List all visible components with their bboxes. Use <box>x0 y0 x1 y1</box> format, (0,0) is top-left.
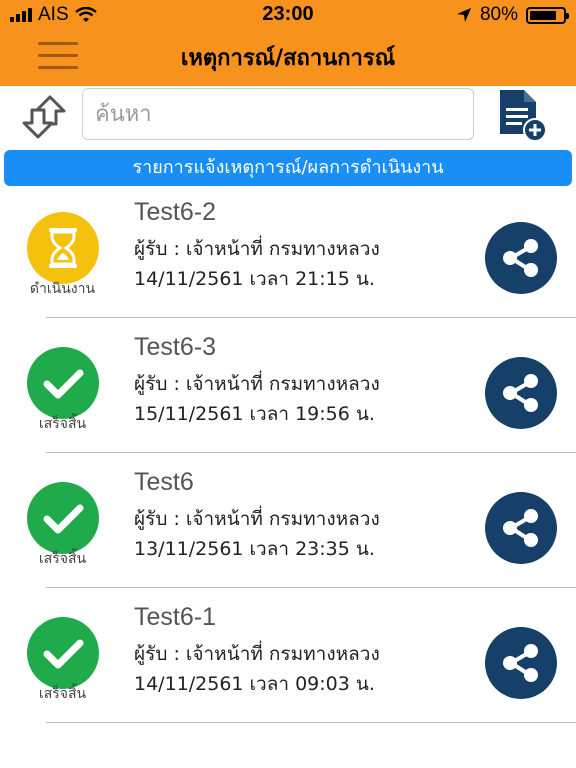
divider <box>46 317 576 318</box>
status-label: เสร็จสิ้น <box>38 551 87 567</box>
item-recipient: ผู้รับ : เจ้าหน้าที่ กรมทางหลวง <box>134 238 380 260</box>
share-icon[interactable] <box>485 222 557 294</box>
status-label: ดำเนินงาน <box>29 281 96 297</box>
list-item[interactable]: เสร็จสิ้น Test6-1 ผู้รับ : เจ้าหน้าที่ กรม… <box>0 593 576 727</box>
search-input[interactable] <box>82 88 474 140</box>
status-bar: AIS 23:00 80% <box>0 0 576 30</box>
page-title: เหตุการณ์/สถานการณ์ <box>180 46 396 71</box>
item-recipient: ผู้รับ : เจ้าหน้าที่ กรมทางหลวง <box>134 373 380 395</box>
battery-area: 80% <box>456 4 569 26</box>
item-datetime: 15/11/2561 เวลา 19:56 น. <box>134 403 375 425</box>
status-label: เสร็จสิ้น <box>38 686 87 702</box>
item-title: Test6-3 <box>134 333 216 361</box>
divider <box>46 722 576 723</box>
battery-percent: 80% <box>479 4 518 25</box>
status-label: เสร็จสิ้น <box>38 416 87 432</box>
share-icon[interactable] <box>485 492 557 564</box>
sort-arrows-icon[interactable] <box>18 94 70 140</box>
item-title: Test6 <box>134 468 194 496</box>
app-header: AIS 23:00 80% เหตุการณ์/สถานการณ์ <box>0 0 576 86</box>
share-icon[interactable] <box>485 357 557 429</box>
item-recipient: ผู้รับ : เจ้าหน้าที่ กรมทางหลวง <box>134 643 380 665</box>
item-datetime: 14/11/2561 เวลา 09:03 น. <box>134 673 375 695</box>
battery-icon <box>526 6 569 24</box>
check-icon <box>27 617 99 689</box>
divider <box>46 587 576 588</box>
hourglass-icon <box>27 212 99 284</box>
share-icon[interactable] <box>485 627 557 699</box>
item-title: Test6-2 <box>134 198 216 226</box>
list-item[interactable]: เสร็จสิ้น Test6-3 ผู้รับ : เจ้าหน้าที่ กรม… <box>0 323 576 457</box>
add-document-icon[interactable] <box>494 88 550 144</box>
item-datetime: 13/11/2561 เวลา 23:35 น. <box>134 538 375 560</box>
item-datetime: 14/11/2561 เวลา 21:15 น. <box>134 268 375 290</box>
list-banner: รายการแจ้งเหตุการณ์/ผลการดำเนินงาน <box>4 150 572 186</box>
list-item[interactable]: เสร็จสิ้น Test6 ผู้รับ : เจ้าหน้าที่ กรมทา… <box>0 458 576 592</box>
location-arrow-icon <box>456 8 471 22</box>
item-title: Test6-1 <box>134 603 216 631</box>
divider <box>46 452 576 453</box>
item-recipient: ผู้รับ : เจ้าหน้าที่ กรมทางหลวง <box>134 508 380 530</box>
check-icon <box>27 347 99 419</box>
check-icon <box>27 482 99 554</box>
list-item[interactable]: ดำเนินงาน Test6-2 ผู้รับ : เจ้าหน้าที่ กรม… <box>0 188 576 322</box>
toolbar <box>0 86 576 148</box>
